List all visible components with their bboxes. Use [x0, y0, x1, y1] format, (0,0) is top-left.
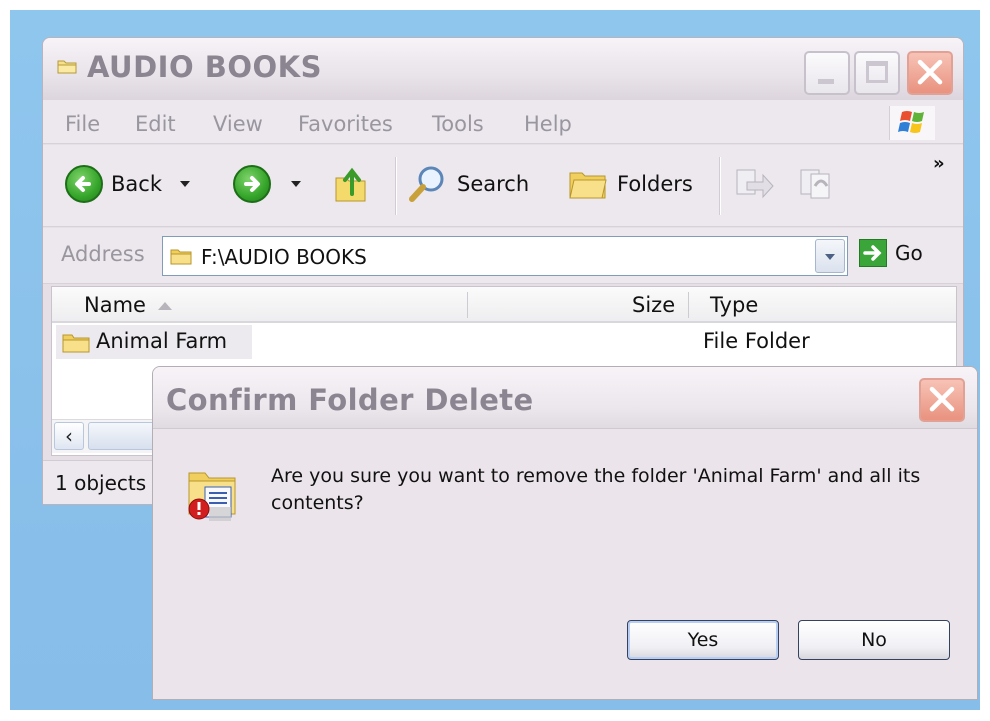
search-icon	[409, 166, 444, 202]
address-value: F:\AUDIO BOOKS	[201, 245, 367, 269]
folder-icon	[57, 60, 77, 74]
menu-tools[interactable]: Tools	[432, 112, 484, 136]
folders-label: Folders	[617, 172, 693, 196]
up-folder-icon	[335, 167, 366, 202]
confirm-delete-dialog: Confirm Folder Delete Are you sure you w…	[152, 366, 978, 700]
explorer-title: AUDIO BOOKS	[87, 50, 322, 84]
forward-dropdown-icon[interactable]	[291, 181, 301, 187]
column-name-label: Name	[84, 293, 146, 317]
maximize-button[interactable]	[854, 51, 900, 95]
windows-logo	[889, 106, 935, 140]
explorer-close-button[interactable]	[907, 51, 953, 95]
minimize-button[interactable]	[804, 51, 850, 95]
desktop: AUDIO BOOKS File Edit View Favorites Too…	[10, 10, 980, 710]
menu-favorites[interactable]: Favorites	[298, 112, 393, 136]
go-label: Go	[895, 241, 923, 265]
back-dropdown-icon[interactable]	[179, 181, 190, 187]
forward-button[interactable]	[233, 163, 301, 205]
dialog-message: Are you sure you want to remove the fold…	[271, 465, 921, 514]
go-arrow-icon	[859, 239, 887, 267]
menu-bar: File Edit View Favorites Tools Help	[43, 100, 963, 144]
maximize-icon	[866, 61, 888, 83]
address-bar: Address F:\AUDIO BOOKS Go	[43, 228, 963, 284]
chevron-down-icon	[825, 254, 835, 260]
back-button[interactable]: Back	[65, 163, 190, 205]
minimize-icon	[818, 79, 834, 84]
up-folder-button[interactable]	[333, 163, 369, 205]
status-text: 1 objects	[55, 471, 147, 495]
folder-icon	[62, 334, 90, 353]
dialog-title-bar[interactable]: Confirm Folder Delete	[153, 367, 977, 429]
close-icon	[917, 59, 943, 85]
column-divider[interactable]	[467, 292, 468, 318]
copy-to-button[interactable]	[795, 163, 839, 205]
sort-ascending-icon	[157, 302, 172, 310]
address-dropdown-button[interactable]	[815, 239, 845, 273]
list-item-name[interactable]: Animal Farm	[56, 325, 252, 359]
dialog-title: Confirm Folder Delete	[166, 383, 534, 417]
search-button[interactable]: Search	[407, 163, 529, 205]
list-item[interactable]: Animal Farm File Folder	[52, 325, 956, 359]
column-type[interactable]: Type	[710, 293, 758, 317]
scroll-left-button[interactable]: ‹	[54, 422, 84, 450]
dialog-close-button[interactable]	[919, 378, 965, 422]
explorer-title-bar[interactable]: AUDIO BOOKS	[43, 38, 963, 100]
no-button[interactable]: No	[798, 620, 950, 660]
yes-button[interactable]: Yes	[627, 620, 779, 660]
windows-flag-icon	[898, 111, 924, 133]
column-header: Name Size Type	[52, 287, 956, 323]
folders-button[interactable]: Folders	[567, 163, 693, 205]
address-label: Address	[61, 242, 145, 266]
move-to-button[interactable]	[733, 163, 777, 205]
copy-to-icon	[800, 169, 830, 199]
toolbar-overflow-chevron[interactable]: »	[933, 153, 945, 174]
toolbar: Back Search Folders »	[43, 145, 963, 227]
list-item-label: Animal Farm	[96, 329, 228, 353]
back-label: Back	[111, 172, 162, 196]
menu-file[interactable]: File	[65, 112, 100, 136]
search-label: Search	[457, 172, 530, 196]
menu-edit[interactable]: Edit	[135, 112, 176, 136]
toolbar-separator	[719, 157, 721, 215]
delete-folder-warning-icon	[188, 472, 236, 521]
no-label: No	[861, 629, 887, 651]
address-input[interactable]: F:\AUDIO BOOKS	[162, 236, 848, 276]
go-button[interactable]: Go	[859, 239, 923, 267]
menu-help[interactable]: Help	[524, 112, 572, 136]
column-size[interactable]: Size	[632, 293, 675, 317]
forward-arrow-icon	[233, 165, 271, 203]
folder-icon	[170, 249, 192, 265]
back-arrow-icon	[65, 165, 103, 203]
close-icon	[929, 386, 955, 412]
menu-view[interactable]: View	[213, 112, 263, 136]
list-item-type: File Folder	[703, 329, 810, 353]
column-name[interactable]: Name	[84, 293, 172, 317]
toolbar-separator	[395, 157, 397, 215]
yes-label: Yes	[687, 629, 719, 651]
folders-icon	[569, 172, 607, 199]
column-divider[interactable]	[688, 292, 689, 318]
move-to-icon	[736, 169, 774, 199]
